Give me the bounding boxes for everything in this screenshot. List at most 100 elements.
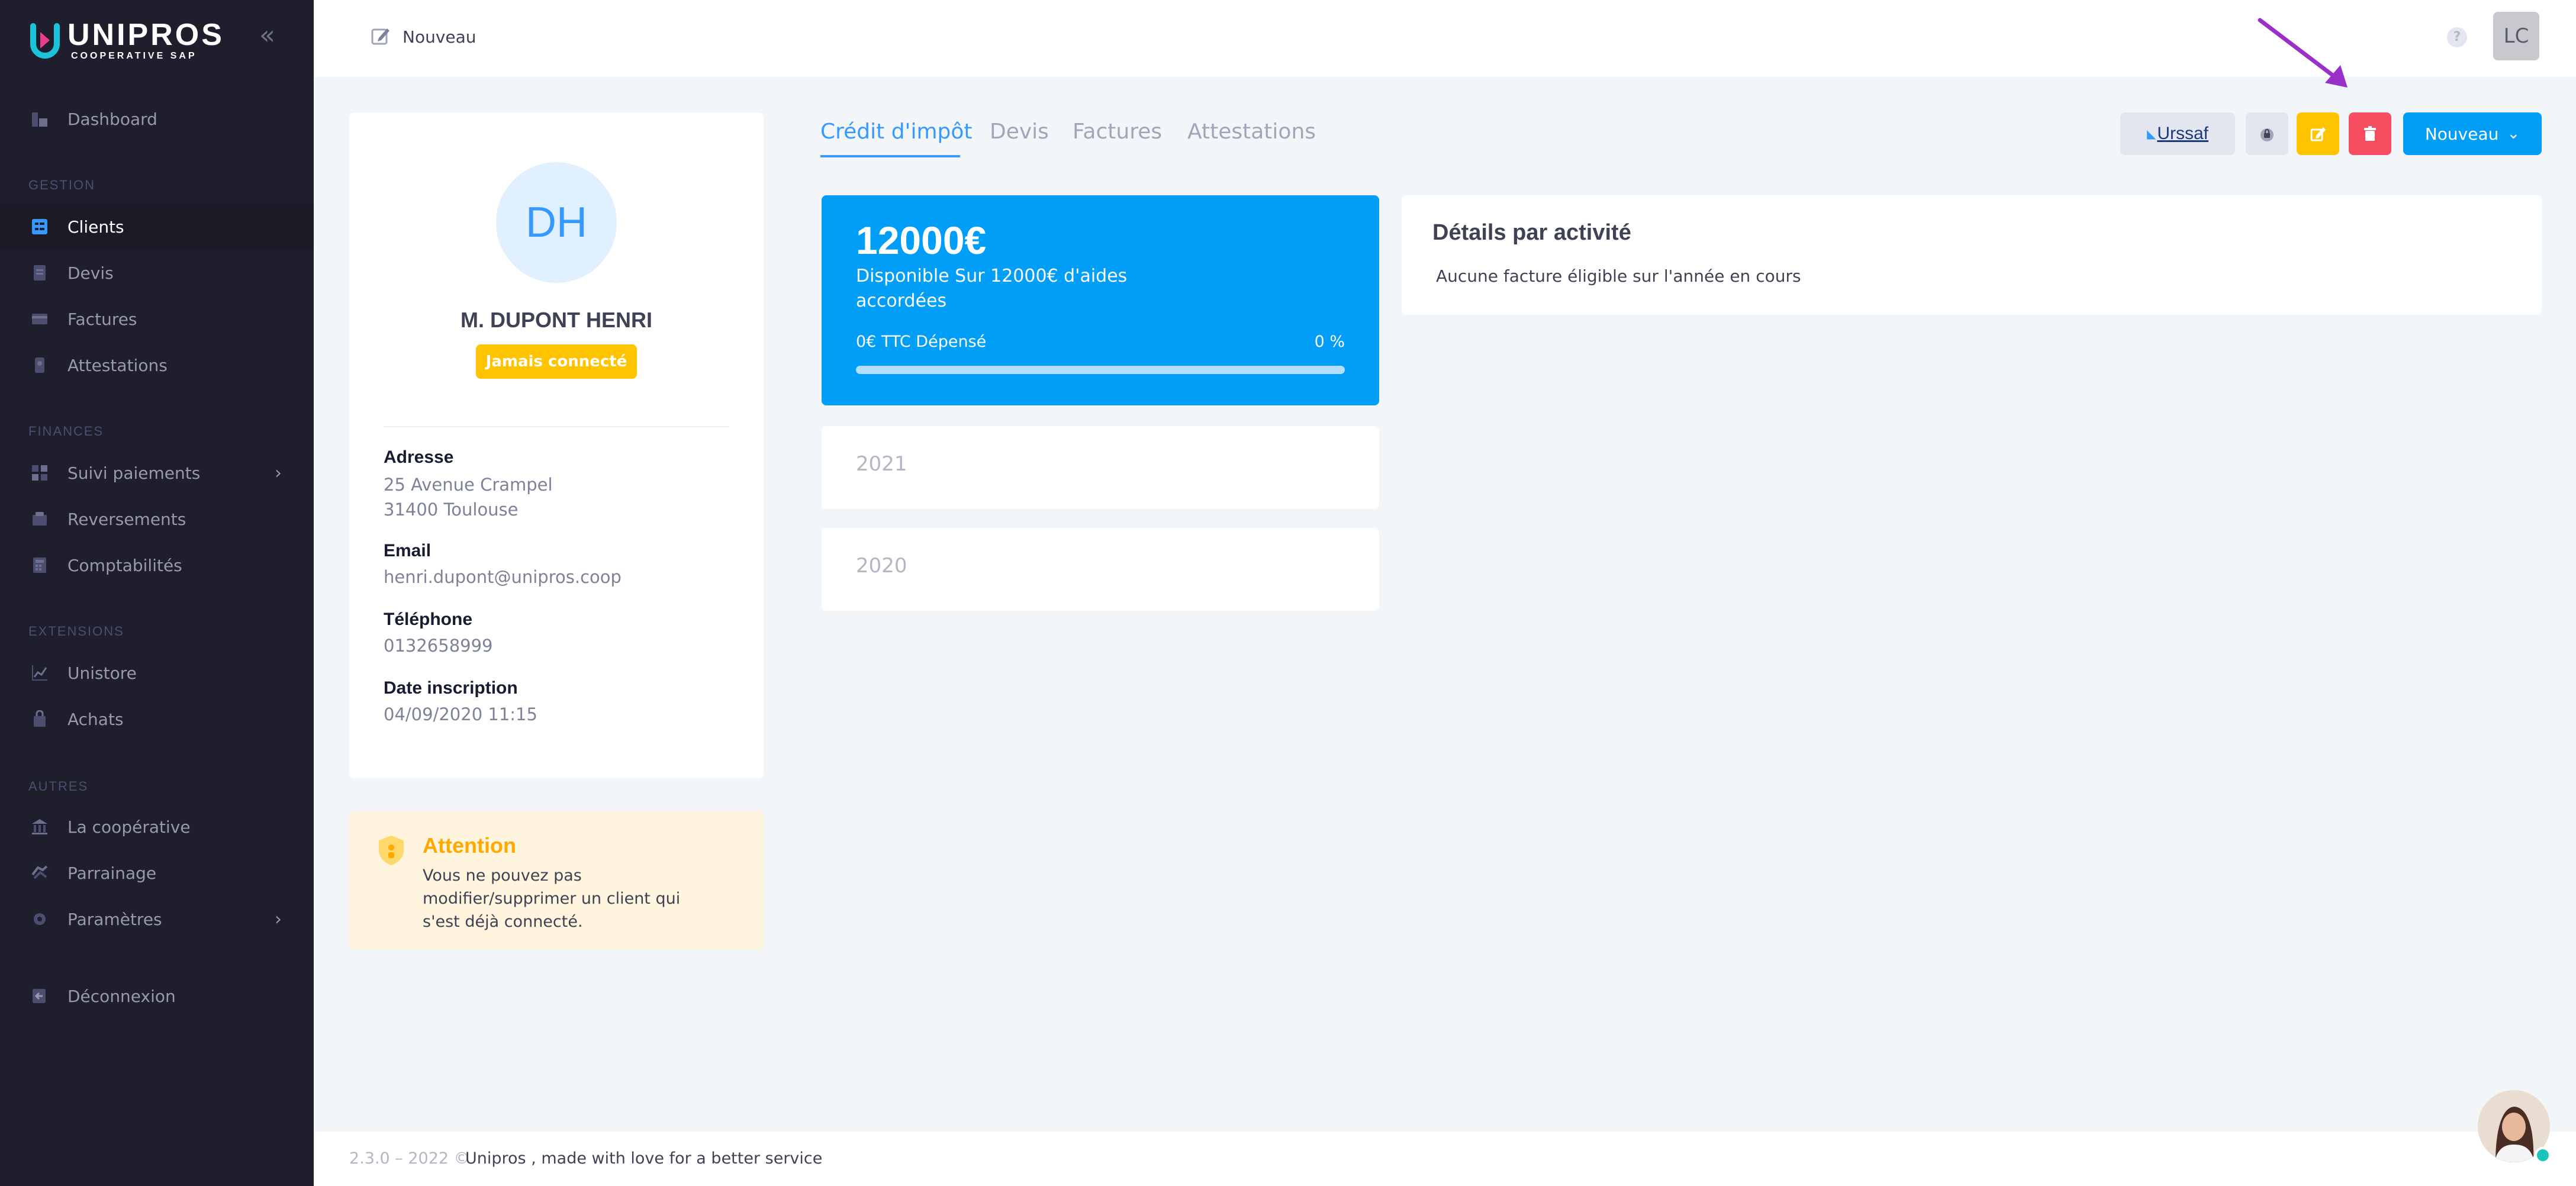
sidebar-item-label: La coopérative — [67, 817, 191, 837]
logout-icon — [30, 986, 50, 1006]
year-card-2021[interactable]: 2021 — [822, 426, 1379, 509]
top-header: Nouveau ? LC — [314, 0, 2576, 77]
shopping-bag-icon — [30, 709, 50, 729]
section-autres: AUTRES — [28, 779, 89, 794]
handshake-icon — [30, 863, 50, 883]
section-extensions: EXTENSIONS — [28, 624, 124, 639]
activity-details-card: Détails par activité Aucune facture élig… — [1402, 195, 2542, 315]
details-empty-message: Aucune facture éligible sur l'année en c… — [1436, 266, 1801, 286]
urssaf-logo-icon: ◣ — [2146, 127, 2156, 141]
page-title: Nouveau — [402, 27, 476, 47]
date-value: 04/09/2020 11:15 — [384, 704, 537, 724]
clients-icon — [30, 217, 50, 237]
sidebar-item-label: Devis — [67, 263, 114, 283]
chevron-right-icon: › — [275, 463, 282, 484]
sidebar-item-label: Paramètres — [67, 909, 162, 929]
credit-spent-text: 0€ TTC Dépensé — [856, 333, 987, 351]
year-label: 2020 — [856, 554, 907, 578]
client-profile-card: DH M. DUPONT HENRI Jamais connecté Adres… — [349, 112, 764, 778]
year-label: 2021 — [856, 452, 907, 476]
user-avatar[interactable]: LC — [2493, 12, 2539, 60]
sidebar-item-label: Dashboard — [67, 109, 157, 129]
phone-label: Téléphone — [384, 610, 473, 629]
sidebar-item-label: Achats — [67, 709, 124, 729]
sidebar-item-reversements[interactable]: Reversements — [0, 496, 314, 542]
tab-devis[interactable]: Devis — [990, 120, 1049, 144]
lock-icon — [2261, 128, 2274, 141]
attention-text: Vous ne pouvez pas modifier/supprimer un… — [423, 866, 681, 931]
urssaf-button[interactable]: ◣ Urssaf — [2120, 112, 2235, 155]
annotation-arrow-icon — [2258, 18, 2348, 88]
transfer-icon — [30, 509, 50, 529]
sidebar-item-label: Clients — [67, 217, 124, 237]
chevron-down-icon: ⌄ — [2507, 125, 2520, 143]
building-icon — [30, 817, 50, 837]
divider — [384, 426, 729, 427]
brand-subtitle: COOPERATIVE SAP — [71, 51, 197, 61]
year-card-2020[interactable]: 2020 — [822, 528, 1379, 611]
attention-alert: Attention Vous ne pouvez pas modifier/su… — [349, 811, 764, 949]
lock-button[interactable] — [2246, 112, 2288, 155]
collapse-sidebar-icon[interactable]: « — [259, 22, 281, 49]
tab-attestations[interactable]: Attestations — [1187, 120, 1316, 144]
sidebar-item-factures[interactable]: Factures — [0, 296, 314, 342]
credit-available-text: Disponible Sur 12000€ d'aides accordées — [856, 266, 1128, 311]
online-status-dot — [2535, 1147, 2551, 1164]
edit-client-button[interactable] — [2297, 112, 2339, 155]
sidebar-item-label: Factures — [67, 309, 137, 329]
chart-icon — [30, 663, 50, 683]
help-icon[interactable]: ? — [2447, 27, 2467, 47]
sidebar-item-unistore[interactable]: Unistore — [0, 650, 314, 696]
delete-client-button[interactable] — [2349, 112, 2391, 155]
sidebar-item-attestations[interactable]: Attestations — [0, 342, 314, 388]
new-dropdown-button[interactable]: Nouveau ⌄ — [2403, 112, 2542, 155]
email-value: henri.dupont@unipros.coop — [384, 567, 622, 587]
sidebar-item-devis[interactable]: Devis — [0, 250, 314, 296]
tab-credit-impot[interactable]: Crédit d'impôt — [820, 120, 973, 144]
address-line1: 25 Avenue Crampel — [384, 475, 553, 495]
new-button-label: Nouveau — [2424, 124, 2499, 144]
client-avatar: DH — [496, 162, 617, 283]
tax-credit-summary-card: 12000€ Disponible Sur 12000€ d'aides acc… — [822, 195, 1379, 405]
credit-amount: 12000€ — [856, 218, 987, 262]
sidebar-item-suivi-paiements[interactable]: Suivi paiements › — [0, 450, 314, 496]
active-tab-indicator — [820, 155, 960, 157]
unipros-logo[interactable]: UNIPROS COOPERATIVE SAP — [28, 20, 224, 62]
sidebar-item-cooperative[interactable]: La coopérative — [0, 804, 314, 850]
address-label: Adresse — [384, 447, 454, 467]
sidebar-item-clients[interactable]: Clients — [0, 204, 314, 250]
sidebar-item-parametres[interactable]: Paramètres › — [0, 896, 314, 942]
dashboard-icon — [30, 109, 50, 129]
sidebar-item-label: Suivi paiements — [67, 463, 201, 483]
email-label: Email — [384, 541, 432, 560]
calculator-icon — [30, 555, 50, 575]
footer-text: Unipros , made with love for a better se… — [465, 1149, 823, 1168]
sidebar-item-label: Unistore — [67, 663, 137, 683]
sidebar-item-parrainage[interactable]: Parrainage — [0, 850, 314, 896]
shield-warning-icon — [376, 834, 406, 866]
phone-value: 0132658999 — [384, 636, 493, 656]
attention-title: Attention — [423, 833, 516, 858]
chevron-right-icon: › — [275, 909, 282, 930]
section-finances: FINANCES — [28, 424, 104, 439]
tab-factures[interactable]: Factures — [1073, 120, 1162, 144]
details-title: Détails par activité — [1432, 220, 1631, 245]
sidebar-item-label: Déconnexion — [67, 986, 176, 1006]
brand-name: UNIPROS — [67, 18, 224, 52]
sidebar-item-dashboard[interactable]: Dashboard — [0, 96, 314, 142]
section-gestion: GESTION — [28, 178, 96, 192]
sidebar-item-label: Parrainage — [67, 863, 157, 883]
logo-mark-icon — [28, 22, 62, 59]
sidebar-item-label: Comptabilités — [67, 555, 182, 575]
sidebar-item-deconnexion[interactable]: Déconnexion — [0, 973, 314, 1019]
sidebar-item-achats[interactable]: Achats — [0, 696, 314, 742]
invoice-icon — [30, 309, 50, 329]
edit-icon — [371, 26, 391, 46]
credit-progress-bar — [856, 366, 1345, 374]
sidebar-item-label: Reversements — [67, 509, 186, 529]
sidebar-item-comptabilites[interactable]: Comptabilités — [0, 542, 314, 588]
pencil-icon — [2310, 127, 2326, 141]
sidebar-item-label: Attestations — [67, 355, 168, 375]
client-name: M. DUPONT HENRI — [461, 308, 652, 332]
document-icon — [30, 263, 50, 283]
